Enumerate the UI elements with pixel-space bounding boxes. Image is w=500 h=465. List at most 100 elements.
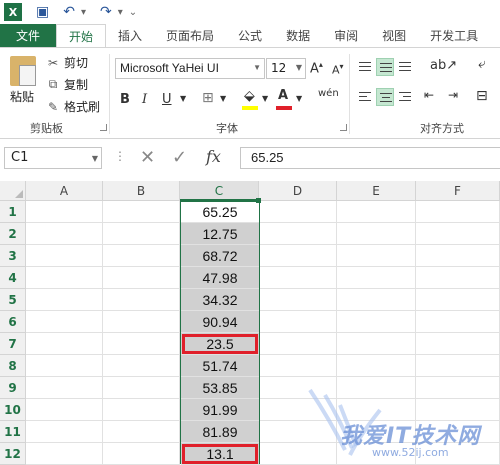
row-header-8[interactable]: 8 xyxy=(0,355,26,377)
tab-file[interactable]: 文件 xyxy=(0,24,56,47)
chevron-down-icon[interactable]: ▾ xyxy=(81,7,86,18)
column-header-c[interactable]: C xyxy=(180,181,259,201)
cell-d6[interactable] xyxy=(259,311,337,333)
row-header-5[interactable]: 5 xyxy=(0,289,26,311)
align-middle-button[interactable] xyxy=(376,58,394,76)
cell-f5[interactable] xyxy=(416,289,500,311)
cell-a2[interactable] xyxy=(26,223,103,245)
cell-d7[interactable] xyxy=(259,333,337,355)
cancel-icon[interactable]: ✕ xyxy=(140,147,155,168)
tab-page-layout[interactable]: 页面布局 xyxy=(154,24,226,47)
paste-icon[interactable] xyxy=(10,56,36,86)
cell-c6[interactable]: 90.94 xyxy=(181,311,259,333)
merge-center-icon[interactable]: ⊟ xyxy=(476,88,488,104)
tab-data[interactable]: 数据 xyxy=(274,24,322,47)
chevron-down-icon[interactable]: ▼ xyxy=(262,94,268,103)
cell-d1[interactable] xyxy=(259,201,337,223)
cell-d3[interactable] xyxy=(259,245,337,267)
tab-insert[interactable]: 插入 xyxy=(106,24,154,47)
cell-a6[interactable] xyxy=(26,311,103,333)
cell-b2[interactable] xyxy=(103,223,180,245)
row-header-12[interactable]: 12 xyxy=(0,443,26,465)
decrease-indent-icon[interactable]: ⇤ xyxy=(424,88,434,102)
enter-icon[interactable]: ✓ xyxy=(172,147,187,168)
cell-a5[interactable] xyxy=(26,289,103,311)
cell-e3[interactable] xyxy=(337,245,416,267)
cell-c7[interactable]: 23.5 xyxy=(181,333,259,355)
cell-f3[interactable] xyxy=(416,245,500,267)
chevron-down-icon[interactable]: ▼ xyxy=(253,63,261,72)
cell-e6[interactable] xyxy=(337,311,416,333)
font-name-select[interactable]: Microsoft YaHei UI ▼ xyxy=(115,58,265,79)
chevron-down-icon[interactable]: ▼ xyxy=(296,94,302,103)
cell-e7[interactable] xyxy=(337,333,416,355)
select-all-corner[interactable] xyxy=(0,181,26,201)
name-box[interactable]: C1 ▼ xyxy=(4,147,102,169)
cell-b11[interactable] xyxy=(103,421,180,443)
tab-developer[interactable]: 开发工具 xyxy=(418,24,490,47)
wrap-text-icon[interactable]: ⤶ xyxy=(478,56,486,72)
cell-a7[interactable] xyxy=(26,333,103,355)
customize-qat-icon[interactable]: ⌄ xyxy=(129,7,137,18)
cell-f6[interactable] xyxy=(416,311,500,333)
cell-a9[interactable] xyxy=(26,377,103,399)
cell-e9[interactable] xyxy=(337,377,416,399)
cell-b5[interactable] xyxy=(103,289,180,311)
cell-d2[interactable] xyxy=(259,223,337,245)
align-center-button[interactable] xyxy=(376,88,394,106)
cell-d12[interactable] xyxy=(259,443,337,465)
chevron-down-icon[interactable]: ▼ xyxy=(296,63,302,72)
chevron-down-icon[interactable]: ▼ xyxy=(220,94,226,103)
undo-icon[interactable]: ↶ xyxy=(63,4,75,20)
cell-f1[interactable] xyxy=(416,201,500,223)
save-icon[interactable]: ▣ xyxy=(36,4,49,20)
cell-f4[interactable] xyxy=(416,267,500,289)
cell-b10[interactable] xyxy=(103,399,180,421)
cell-d11[interactable] xyxy=(259,421,337,443)
shrink-font-button[interactable]: A▾ xyxy=(332,62,344,77)
cell-a3[interactable] xyxy=(26,245,103,267)
cell-a11[interactable] xyxy=(26,421,103,443)
redo-icon[interactable]: ↷ xyxy=(100,4,112,20)
fill-color-icon[interactable]: ⬙ xyxy=(244,88,255,104)
cell-e1[interactable] xyxy=(337,201,416,223)
chevron-down-icon[interactable]: ▾ xyxy=(118,7,123,18)
cell-d10[interactable] xyxy=(259,399,337,421)
cell-d4[interactable] xyxy=(259,267,337,289)
orientation-icon[interactable]: ab↗ xyxy=(430,58,457,73)
cell-b3[interactable] xyxy=(103,245,180,267)
cell-f2[interactable] xyxy=(416,223,500,245)
column-header-a[interactable]: A xyxy=(26,181,103,201)
column-header-d[interactable]: D xyxy=(259,181,337,201)
cell-c11[interactable]: 81.89 xyxy=(181,421,259,443)
cell-c8[interactable]: 51.74 xyxy=(181,355,259,377)
cell-b6[interactable] xyxy=(103,311,180,333)
cell-c9[interactable]: 53.85 xyxy=(181,377,259,399)
font-launcher-icon[interactable] xyxy=(340,124,347,131)
align-left-button[interactable] xyxy=(356,88,374,106)
cell-b8[interactable] xyxy=(103,355,180,377)
cell-e4[interactable] xyxy=(337,267,416,289)
cell-c10[interactable]: 91.99 xyxy=(181,399,259,421)
row-header-4[interactable]: 4 xyxy=(0,267,26,289)
row-header-1[interactable]: 1 xyxy=(0,201,26,223)
cell-a8[interactable] xyxy=(26,355,103,377)
cell-e8[interactable] xyxy=(337,355,416,377)
cell-c2[interactable]: 12.75 xyxy=(181,223,259,245)
cell-f9[interactable] xyxy=(416,377,500,399)
cell-d8[interactable] xyxy=(259,355,337,377)
cell-e5[interactable] xyxy=(337,289,416,311)
align-right-button[interactable] xyxy=(396,88,414,106)
copy-button[interactable]: ⧉ 复制 xyxy=(46,76,88,93)
bold-button[interactable]: B xyxy=(120,92,130,107)
tab-view[interactable]: 视图 xyxy=(370,24,418,47)
cell-c12[interactable]: 13.1 xyxy=(181,443,259,465)
formula-input[interactable]: 65.25 xyxy=(240,147,500,169)
cell-a4[interactable] xyxy=(26,267,103,289)
grow-font-button[interactable]: A▴ xyxy=(310,60,323,76)
cell-c3[interactable]: 68.72 xyxy=(181,245,259,267)
phonetic-button[interactable]: wén xyxy=(318,88,339,99)
column-header-b[interactable]: B xyxy=(103,181,180,201)
column-header-f[interactable]: F xyxy=(416,181,500,201)
cell-e2[interactable] xyxy=(337,223,416,245)
